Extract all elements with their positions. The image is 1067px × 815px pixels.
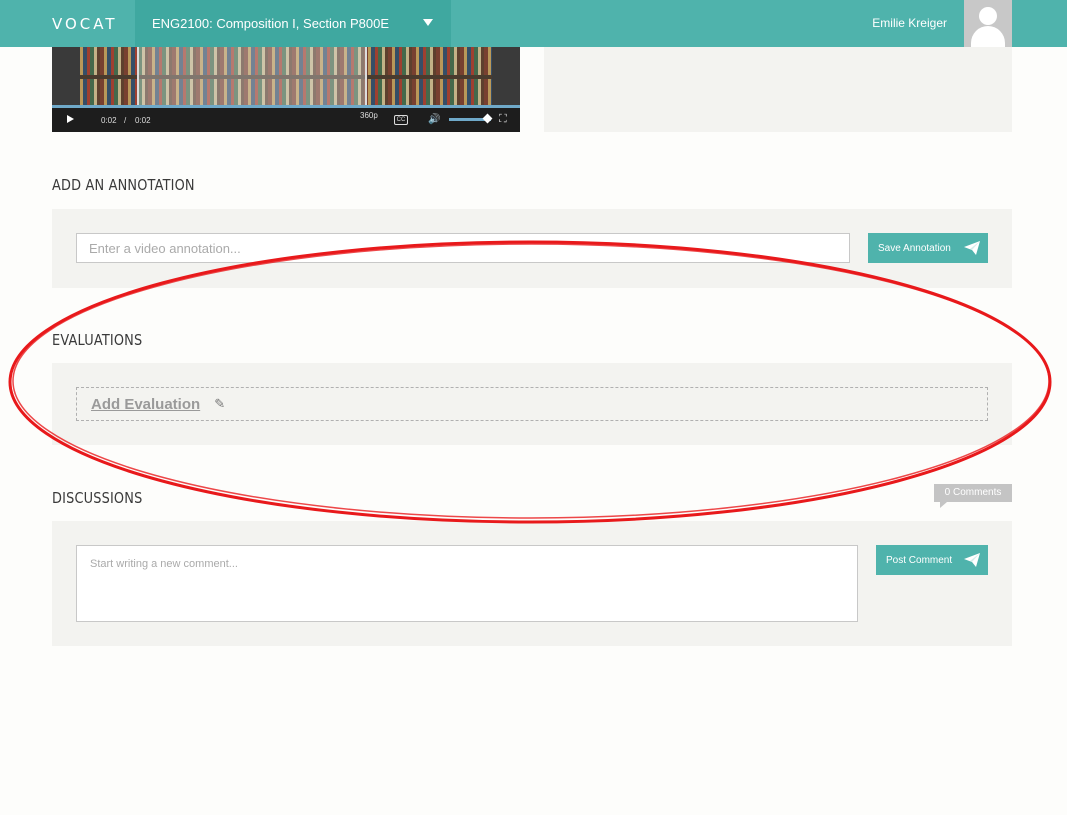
- quality-selector[interactable]: 360p: [360, 111, 378, 120]
- pencil-icon[interactable]: ✎: [214, 396, 225, 412]
- annotation-section-title: ADD AN ANNOTATION: [52, 176, 195, 194]
- course-name: ENG2100: Composition I, Section P800E: [152, 16, 390, 31]
- top-navigation-bar: VOCAT ENG2100: Composition I, Section P8…: [0, 0, 1067, 47]
- video-frame-edge-right: [492, 47, 520, 109]
- volume-slider-handle[interactable]: [482, 113, 493, 124]
- comment-textarea[interactable]: [76, 545, 858, 622]
- paper-plane-icon: [964, 241, 980, 255]
- post-comment-label: Post Comment: [886, 554, 953, 566]
- discussions-panel: Post Comment: [52, 521, 1012, 646]
- vocat-logo[interactable]: VOCAT: [52, 15, 118, 33]
- discussions-section-title: DISCUSSIONS: [52, 489, 143, 507]
- chevron-down-icon[interactable]: [423, 19, 433, 26]
- current-time: 0:02: [101, 116, 117, 125]
- video-frame-edge-left: [52, 47, 80, 109]
- play-icon[interactable]: [67, 115, 74, 123]
- evaluations-panel: Add Evaluation ✎: [52, 363, 1012, 445]
- fullscreen-icon[interactable]: ⛶: [499, 113, 507, 126]
- video-controls: 0:02 / 0:02 360p CC 🔊 ⛶: [52, 105, 520, 132]
- post-comment-button[interactable]: Post Comment: [876, 545, 988, 575]
- video-side-panel: [544, 47, 1012, 132]
- annotation-input[interactable]: [76, 233, 850, 263]
- add-evaluation-link[interactable]: Add Evaluation: [91, 396, 200, 413]
- save-annotation-label: Save Annotation: [878, 242, 951, 254]
- course-selector[interactable]: ENG2100: Composition I, Section P800E: [135, 0, 451, 47]
- video-progress-bar[interactable]: [52, 105, 520, 108]
- avatar[interactable]: [964, 0, 1012, 47]
- avatar-body-icon: [971, 26, 1005, 47]
- closed-captions-icon[interactable]: CC: [394, 115, 408, 125]
- paper-plane-icon: [964, 553, 980, 567]
- video-player[interactable]: 0:02 / 0:02 360p CC 🔊 ⛶: [52, 47, 520, 132]
- user-name[interactable]: Emilie Kreiger: [872, 16, 947, 30]
- video-frame-sketch: [137, 47, 367, 107]
- time-separator: /: [124, 116, 127, 125]
- avatar-head-icon: [979, 7, 997, 25]
- duration: 0:02: [135, 116, 151, 125]
- annotation-panel: Save Annotation: [52, 209, 1012, 288]
- volume-icon[interactable]: 🔊: [428, 114, 440, 125]
- add-evaluation-box[interactable]: Add Evaluation ✎: [76, 387, 988, 421]
- save-annotation-button[interactable]: Save Annotation: [868, 233, 988, 263]
- comments-count-badge: 0 Comments: [934, 484, 1012, 508]
- evaluations-section-title: EVALUATIONS: [52, 331, 143, 349]
